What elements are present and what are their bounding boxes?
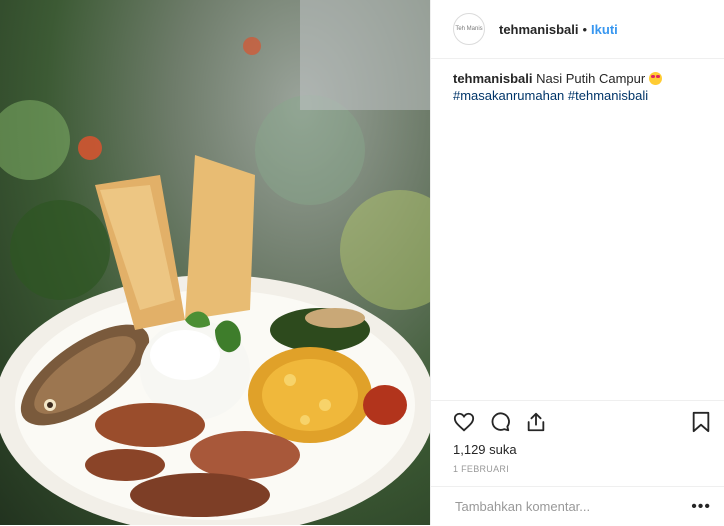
comment-icon[interactable] — [489, 411, 511, 433]
heart-icon[interactable] — [453, 411, 475, 433]
comment-input[interactable] — [453, 498, 677, 515]
likes-count[interactable]: 1,129 suka — [453, 442, 517, 457]
food-illustration — [0, 0, 430, 525]
post-header: Teh Manis tehmanisbali • Ikuti — [431, 0, 724, 59]
post-sidebar: Teh Manis tehmanisbali • Ikuti tehmanisb… — [430, 0, 724, 525]
more-options-icon[interactable]: ••• — [691, 498, 711, 516]
comment-bar: ••• — [431, 486, 724, 526]
caption-username[interactable]: tehmanisbali — [453, 71, 532, 86]
caption-text: Nasi Putih Campur — [536, 71, 646, 86]
header-username[interactable]: tehmanisbali — [499, 22, 578, 37]
actions-bar — [431, 400, 724, 433]
hashtag-masakanrumahan[interactable]: #masakanrumahan — [453, 88, 564, 103]
post-photo[interactable] — [0, 0, 430, 525]
bookmark-icon[interactable] — [691, 411, 711, 438]
share-icon[interactable] — [525, 411, 547, 433]
avatar-text: Teh Manis — [455, 26, 483, 32]
post-date: 1 FEBRUARI — [453, 464, 510, 474]
separator-dot: • — [582, 21, 588, 37]
hashtag-tehmanisbali[interactable]: #tehmanisbali — [568, 88, 648, 103]
caption: tehmanisbali Nasi Putih Campur #masakanr… — [453, 70, 713, 104]
avatar[interactable]: Teh Manis — [453, 13, 485, 45]
follow-button[interactable]: Ikuti — [591, 22, 618, 37]
heart-eyes-emoji-icon — [648, 72, 662, 85]
